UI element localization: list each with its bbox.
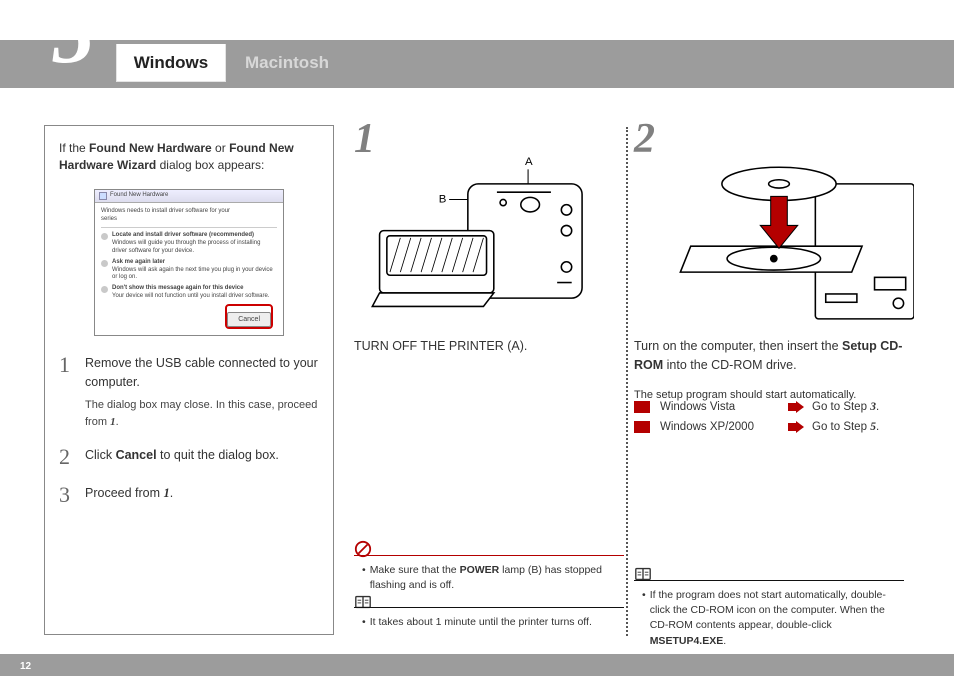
label-B: B (439, 194, 447, 206)
tab-macintosh[interactable]: Macintosh (232, 44, 342, 82)
swatch-icon (634, 421, 650, 433)
step-number: 3 (59, 484, 75, 506)
printer-figure: A B (364, 151, 634, 331)
step-1: 1 Remove the USB cable connected to your… (59, 354, 319, 431)
dialog-screenshot: Found New Hardware Windows needs to inst… (59, 189, 319, 336)
step-text: Remove the USB cable connected to your c… (85, 356, 318, 389)
caption-insert-cd: Turn on the computer, then insert the Se… (634, 337, 904, 403)
dialog-icon (99, 192, 107, 200)
os-grid: Windows Vista Go to Step 3. Windows XP/2… (634, 401, 879, 441)
note-autostart: • If the program does not start automati… (642, 588, 904, 649)
cancel-button[interactable]: Cancel (227, 312, 271, 327)
goto-text: Go to Step 3. (812, 401, 879, 413)
step-number: 1 (59, 354, 75, 431)
cdrom-figure (644, 151, 914, 331)
intro-text: If the Found New Hardware or Found New H… (59, 140, 319, 175)
label-A: A (525, 156, 533, 168)
step-subtext: The dialog box may close. In this case, … (85, 397, 319, 430)
arrow-icon (788, 401, 804, 413)
section-number: 5 (34, 0, 112, 76)
dialog-option-2: Ask me again laterWindows will ask again… (101, 259, 277, 282)
page-number: 12 (20, 661, 31, 672)
note-power-lamp: • Make sure that the POWER lamp (B) has … (362, 563, 624, 593)
os-name: Windows XP/2000 (660, 421, 788, 433)
step-2: 2 Click Cancel to quit the dialog box. (59, 446, 319, 468)
step-text: Proceed from 1. (85, 484, 319, 506)
dialog-titlebar: Found New Hardware (95, 190, 283, 203)
dialog-need-text: Windows needs to install driver software… (101, 208, 277, 229)
divider-black (634, 580, 904, 581)
divider-black (354, 607, 624, 608)
manual-page: 5 Windows Macintosh If the Found New Har… (0, 0, 954, 676)
swatch-icon (634, 401, 650, 413)
note-minute: • It takes about 1 minute until the prin… (362, 615, 624, 630)
step-3: 3 Proceed from 1. (59, 484, 319, 506)
step-number: 2 (59, 446, 75, 468)
dialog-option-3: Don't show this message again for this d… (101, 285, 277, 301)
tab-windows[interactable]: Windows (116, 44, 226, 82)
found-new-hardware-dialog: Found New Hardware Windows needs to inst… (94, 189, 284, 336)
dialog-title: Found New Hardware (110, 192, 168, 200)
divider-red (354, 555, 624, 556)
content-area: If the Found New Hardware or Found New H… (44, 115, 924, 636)
note-icon (354, 593, 372, 611)
left-panel: If the Found New Hardware or Found New H… (44, 125, 334, 635)
cancel-highlight: Cancel (225, 304, 273, 329)
os-name: Windows Vista (660, 401, 788, 413)
caption-turn-off: TURN OFF THE PRINTER (A). (354, 337, 624, 356)
page-footer: 12 (0, 654, 954, 676)
os-row-xp2000: Windows XP/2000 Go to Step 5. (634, 421, 879, 433)
goto-text: Go to Step 5. (812, 421, 879, 433)
arrow-icon (788, 421, 804, 433)
os-row-vista: Windows Vista Go to Step 3. (634, 401, 879, 413)
dialog-option-1: Locate and install driver software (reco… (101, 232, 277, 255)
steps-list: 1 Remove the USB cable connected to your… (59, 354, 319, 507)
step-text: Click Cancel to quit the dialog box. (85, 446, 319, 468)
